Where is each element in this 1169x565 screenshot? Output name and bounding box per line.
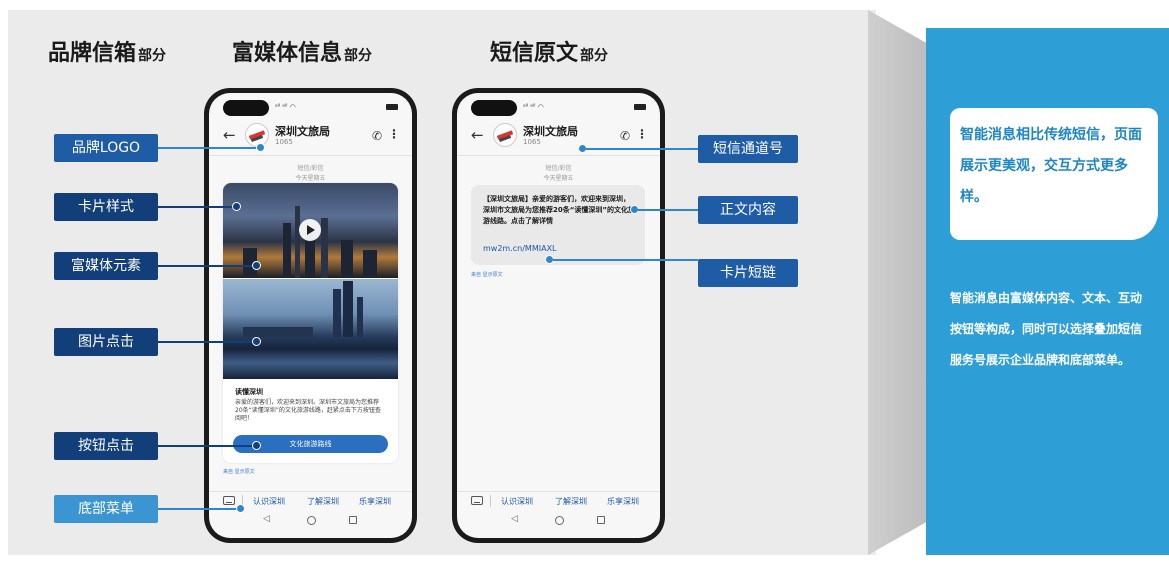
sms-body: 【深圳文旅局】亲爱的游客们，欢迎来到深圳，深圳市文旅局为您推荐20条“读懂深圳”… [483,195,635,225]
card-title: 读懂深圳 [235,388,263,396]
sender-number: 1065 [275,138,293,146]
call-icon[interactable]: ✆ [620,129,630,143]
menu-item-1[interactable]: 认识深圳 [253,496,285,507]
system-nav-bar: ◁ [209,513,412,531]
heading-rich-media: 富媒体信息 部分 [232,41,373,66]
label-brand-logo: 品牌LOGO [54,134,158,162]
nav-back-icon[interactable]: ◁ [263,514,270,524]
phone-rich-media: ᵃˡˡ ᵃˡˡ ◠ ← 深圳文旅局 1065 ✆ ⋮ 短信/彩信 今天星期五 读… [204,88,417,543]
system-nav-bar: ◁ [457,513,660,531]
phone-screen: ᵃˡˡ ᵃˡˡ ◠ ← 深圳文旅局 1065 ✆ ⋮ 短信/彩信 今天星期五 读… [209,93,412,538]
menu-item-3[interactable]: 乐享深圳 [359,496,391,507]
label-card-short-link: 卡片短链 [698,259,798,287]
keyboard-icon[interactable] [471,496,483,505]
header-divider [209,155,412,156]
label-sms-channel: 短信通道号 [698,135,798,163]
label-rich-element: 富媒体元素 [54,252,158,280]
header-divider [457,155,660,156]
heading-sms: 短信原文 部分 [490,41,609,66]
label-bottom-menu: 底部菜单 [54,495,158,523]
bottom-menu: 认识深圳 了解深圳 乐享深圳 [457,491,660,509]
camera-icon [471,100,517,116]
sender-name: 深圳文旅局 [523,125,578,138]
menu-item-2[interactable]: 了解深圳 [307,496,339,507]
nav-recent-icon[interactable] [349,516,357,524]
heading-brand: 品牌信箱 部分 [48,41,167,66]
message-date: 今天星期五 [543,175,574,182]
label-image-click: 图片点击 [54,328,158,356]
back-arrow-icon[interactable]: ← [471,126,484,144]
battery-icon [634,104,646,110]
sms-bubble: 【深圳文旅局】亲爱的游客们，欢迎来到深圳，深圳市文旅局为您推荐20条“读懂深圳”… [471,185,645,265]
highlight-box: 智能消息相比传统短信，页面展示更美观，交互方式更多样。 [950,108,1158,240]
label-card-style: 卡片样式 [54,193,158,221]
more-icon[interactable]: ⋮ [636,127,648,141]
nav-recent-icon[interactable] [597,516,605,524]
infographic: 品牌信箱 部分 富媒体信息 部分 短信原文 部分 ᵃˡˡ ᵃˡˡ ◠ ← 深圳文旅局 … [0,0,1169,565]
menu-item-1[interactable]: 认识深圳 [501,496,533,507]
signal-icon: ᵃˡˡ ᵃˡˡ ◠ [523,103,544,111]
keyboard-icon[interactable] [223,496,235,505]
call-icon[interactable]: ✆ [372,129,382,143]
more-icon[interactable]: ⋮ [388,127,400,141]
show-original-link[interactable]: 来自 显示原文 [223,468,255,475]
message-type: 短信/彩信 [297,165,324,172]
card-short-link[interactable]: mw2m.cn/MMIAXL [483,244,557,253]
highlight-text: 智能消息相比传统短信，页面展示更美观，交互方式更多样。 [960,127,1142,205]
rich-media-card: 读懂深圳 亲爱的游客们，欢迎来到深圳。深圳市文旅局为您推荐20条“读懂深圳”的文… [223,183,398,463]
menu-item-2[interactable]: 了解深圳 [555,496,587,507]
nav-back-icon[interactable]: ◁ [511,514,518,524]
city-skyline-image[interactable] [223,279,398,379]
play-icon[interactable] [299,219,321,241]
phone-screen: ᵃˡˡ ᵃˡˡ ◠ ← 深圳文旅局 1065 ✆ ⋮ 短信/彩信 今天星期五 【… [457,93,660,538]
label-body-content: 正文内容 [698,196,798,224]
show-original-link[interactable]: 来自 显示原文 [471,271,503,278]
menu-item-3[interactable]: 乐享深圳 [607,496,639,507]
side-description: 智能消息由富媒体内容、文本、互动按钮等构成，同时可以选择叠加短信服务号展示企业品… [950,291,1143,367]
phone-sms: ᵃˡˡ ᵃˡˡ ◠ ← 深圳文旅局 1065 ✆ ⋮ 短信/彩信 今天星期五 【… [452,88,665,543]
camera-icon [223,100,269,116]
brand-logo-avatar[interactable] [493,123,517,147]
battery-icon [386,104,398,110]
message-date: 今天星期五 [295,175,326,182]
card-description: 亲爱的游客们，欢迎来到深圳。深圳市文旅局为您推荐20条“读懂深圳”的文化旅游线路… [235,399,381,422]
fold-shadow [868,10,926,555]
label-button-click: 按钮点击 [54,432,158,460]
nav-home-icon[interactable] [555,516,564,525]
sender-name: 深圳文旅局 [275,125,330,138]
signal-icon: ᵃˡˡ ᵃˡˡ ◠ [275,103,296,111]
sender-number: 1065 [523,138,541,146]
city-night-video-image[interactable] [223,183,398,278]
nav-home-icon[interactable] [307,516,316,525]
back-arrow-icon[interactable]: ← [223,126,236,144]
message-type: 短信/彩信 [545,165,572,172]
